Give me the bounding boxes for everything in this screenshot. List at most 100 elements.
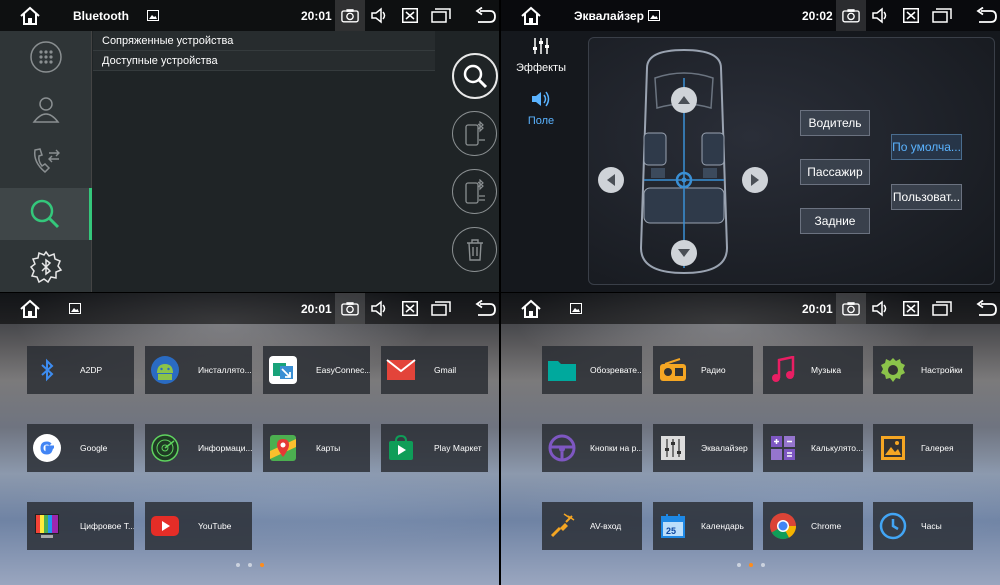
recent-apps-icon[interactable] (431, 301, 451, 316)
sidebar-item-bluetooth-settings[interactable] (0, 241, 92, 292)
app-tile-settings[interactable]: Настройки (873, 346, 973, 394)
volume-icon[interactable] (871, 300, 889, 317)
app-tile-info[interactable]: Информаци... (145, 424, 252, 472)
volume-icon[interactable] (370, 300, 388, 317)
app-tile-calendar[interactable]: 25 Календарь (653, 502, 753, 550)
app-tile-calculator[interactable]: Калькулято... (763, 424, 863, 472)
close-app-icon[interactable] (903, 301, 919, 316)
app-tile-file-browser[interactable]: Обозревате... (542, 346, 642, 394)
page-dot[interactable] (235, 563, 240, 567)
app-tile-play-store[interactable]: Play Маркет (381, 424, 488, 472)
recent-apps-icon[interactable] (431, 8, 451, 23)
app-label: Часы (921, 521, 942, 531)
screen-title: Bluetooth (73, 9, 129, 23)
volume-icon[interactable] (871, 7, 889, 24)
screen-title: Эквалайзер (574, 9, 644, 23)
disconnect-phone-button[interactable] (452, 169, 497, 214)
av-input-icon (546, 510, 578, 542)
clock: 20:01 (301, 302, 332, 316)
car-sound-field (598, 48, 768, 275)
paired-devices-item[interactable]: Сопряженные устройства (93, 31, 435, 51)
page-dot-active[interactable] (748, 563, 753, 567)
arrow-right-button[interactable] (742, 167, 768, 193)
tab-field[interactable]: Поле (501, 89, 581, 127)
sidebar-item-call-log[interactable] (0, 135, 92, 187)
sliders-icon (533, 38, 549, 54)
arrow-left-button[interactable] (598, 167, 624, 193)
play-store-icon (385, 432, 417, 464)
page-dot[interactable] (247, 563, 252, 567)
volume-icon[interactable] (370, 7, 388, 24)
app-tile-chrome[interactable]: Chrome (763, 502, 863, 550)
screenshot-button[interactable] (335, 0, 365, 31)
user-preset-button[interactable]: Пользоват... (891, 184, 962, 210)
close-app-icon[interactable] (402, 8, 418, 23)
page-indicator (0, 563, 499, 567)
home-icon[interactable] (519, 297, 543, 321)
home-icon[interactable] (18, 4, 42, 28)
app-label: Эквалайзер (701, 443, 748, 453)
app-tile-easyconnect[interactable]: EasyConnec... (263, 346, 370, 394)
app-tile-a2dp[interactable]: A2DP (27, 346, 134, 394)
app-tile-google[interactable]: Google (27, 424, 134, 472)
sidebar-item-contacts[interactable] (0, 83, 92, 135)
app-label: Инсталлято... (198, 365, 252, 375)
passenger-button[interactable]: Пассажир (800, 159, 870, 185)
page-dot[interactable] (736, 563, 741, 567)
app-label: Chrome (811, 521, 842, 531)
app-tile-digital-tv[interactable]: Цифровое Т... (27, 502, 134, 550)
app-tile-steering-buttons[interactable]: Кнопки на р... (542, 424, 642, 472)
home-icon[interactable] (519, 4, 543, 28)
page-indicator (501, 563, 1000, 567)
arrow-down-button[interactable] (671, 240, 697, 266)
app-tile-clock[interactable]: Часы (873, 502, 973, 550)
close-app-icon[interactable] (402, 301, 418, 316)
app-tile-gallery[interactable]: Галерея (873, 424, 973, 472)
bluetooth-screen: Bluetooth 20:01 Сопряженные устройства Д… (0, 0, 499, 292)
app-label: Настройки (921, 365, 963, 375)
search-devices-button[interactable] (452, 53, 498, 99)
arrow-up-button[interactable] (671, 87, 697, 113)
screenshot-button[interactable] (836, 293, 866, 324)
available-devices-item[interactable]: Доступные устройства (93, 51, 435, 71)
rear-button[interactable]: Задние (800, 208, 870, 234)
back-icon[interactable] (975, 300, 997, 317)
tab-effects[interactable]: Эффекты (501, 36, 581, 74)
sidebar-item-dialpad[interactable] (0, 31, 92, 83)
app-tile-maps[interactable]: Карты (263, 424, 370, 472)
page-dot[interactable] (760, 563, 765, 567)
app-tile-radio[interactable]: Радио (653, 346, 753, 394)
home-icon[interactable] (18, 297, 42, 321)
driver-button[interactable]: Водитель (800, 110, 870, 136)
app-tile-av-input[interactable]: AV-вход (542, 502, 642, 550)
app-tile-installer[interactable]: Инсталлято... (145, 346, 252, 394)
info-radar-icon (149, 432, 181, 464)
screenshot-button[interactable] (335, 293, 365, 324)
page-dot-active[interactable] (259, 563, 264, 567)
app-label: Калькулято... (811, 443, 863, 453)
recent-apps-icon[interactable] (932, 8, 952, 23)
sound-field-panel: Водитель Пассажир Задние По умолча... По… (588, 37, 995, 285)
app-label: Карты (316, 443, 341, 453)
default-preset-button[interactable]: По умолча... (891, 134, 962, 160)
delete-button[interactable] (452, 227, 497, 272)
contacts-icon (32, 97, 60, 123)
back-icon[interactable] (474, 300, 496, 317)
call-log-icon (33, 148, 60, 174)
app-tile-youtube[interactable]: YouTube (145, 502, 252, 550)
app-tile-gmail[interactable]: Gmail (381, 346, 488, 394)
apps-page-2: 20:01 Обозревате... Радио Музыка Настрой… (501, 293, 1000, 585)
back-icon[interactable] (975, 7, 997, 24)
phone-bluetooth-unlink-icon (464, 178, 485, 204)
back-icon[interactable] (474, 7, 496, 24)
app-label: Кнопки на р... (590, 443, 642, 453)
screenshot-button[interactable] (836, 0, 866, 31)
app-tile-music[interactable]: Музыка (763, 346, 863, 394)
search-icon (463, 64, 488, 89)
status-bar: 20:01 (501, 293, 1000, 324)
close-app-icon[interactable] (903, 8, 919, 23)
app-tile-equalizer[interactable]: Эквалайзер (653, 424, 753, 472)
sidebar-item-search[interactable] (0, 188, 92, 240)
connect-phone-button[interactable] (452, 111, 497, 156)
recent-apps-icon[interactable] (932, 301, 952, 316)
